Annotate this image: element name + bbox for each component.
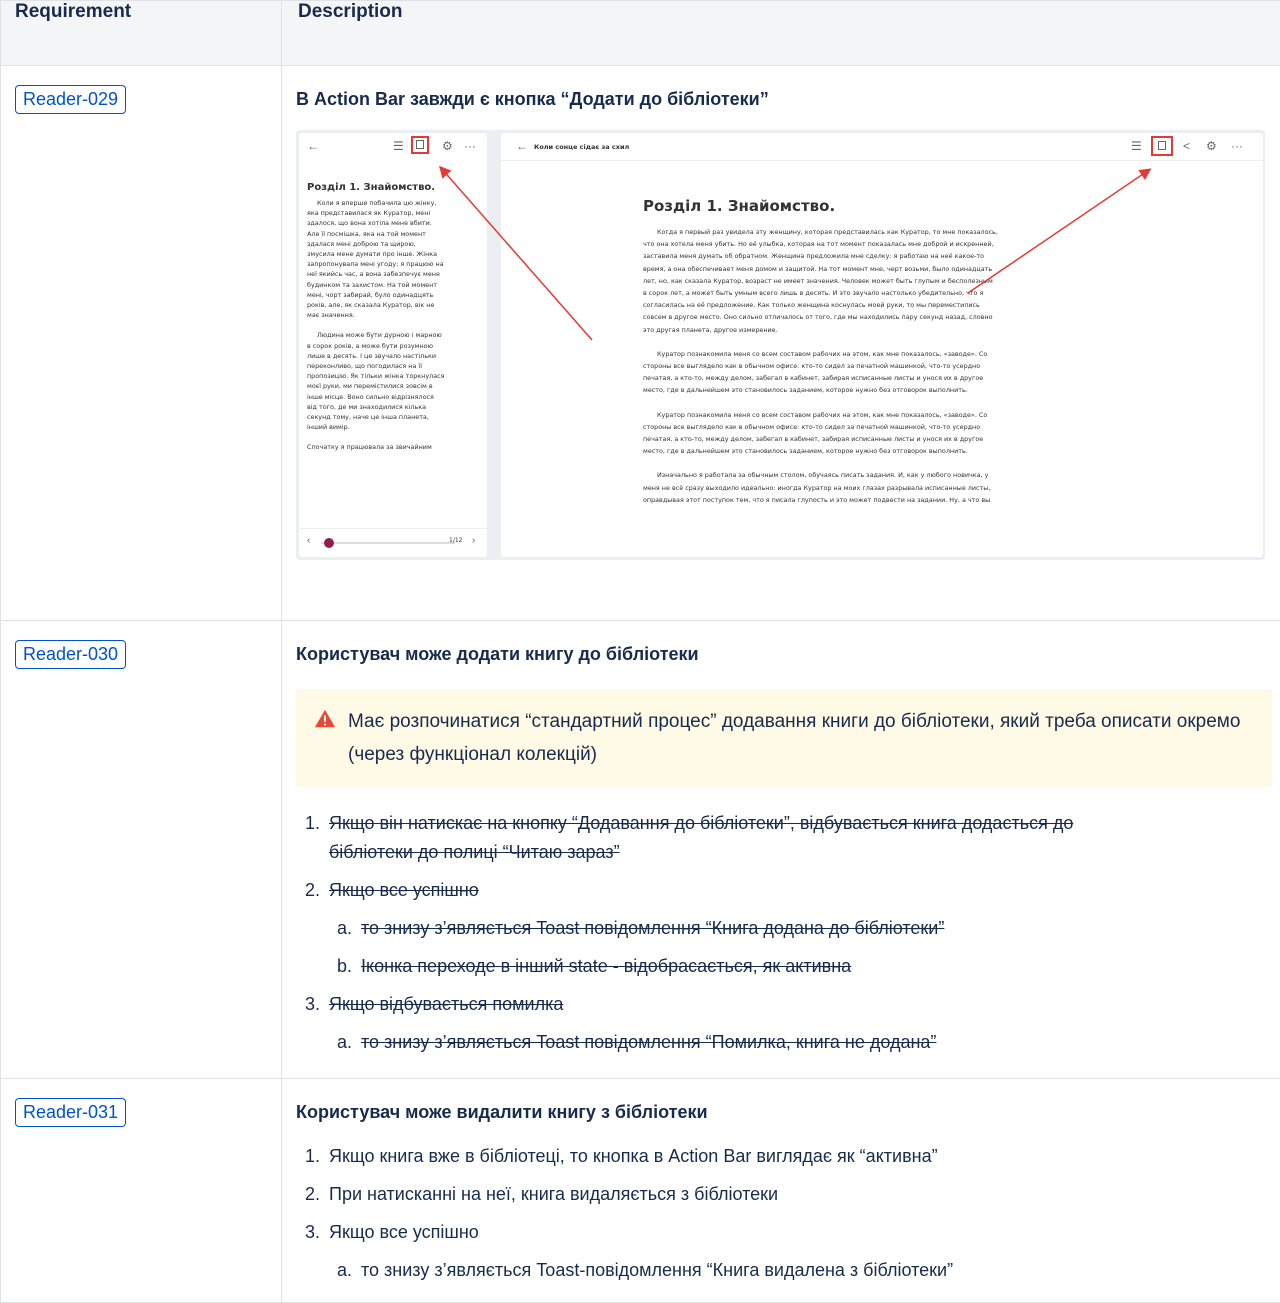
list-subitem: a.то знизу з’являється Toast повідомленн…: [305, 914, 1268, 943]
list-number: a.: [337, 1028, 361, 1057]
list-text: Якщо все успішно: [329, 880, 479, 900]
requirement-title: Користувач може додати книгу до бібліоте…: [296, 642, 1268, 666]
requirement-link-reader-031[interactable]: Reader-031: [15, 1098, 126, 1127]
list-text-continued: бібліотеки до полиці “Читаю зараз”: [329, 842, 620, 862]
table-row: Reader-031 Користувач може видалити книг…: [1, 1079, 1280, 1303]
table-row: Reader-029 В Action Bar завжди є кнопка …: [1, 66, 1280, 621]
list-text: Іконка переходе в інший state - відобрас…: [361, 956, 851, 976]
table-row: Reader-030 Користувач може додати книгу …: [1, 621, 1280, 1079]
list-text: Якщо книга вже в бібліотеці, то кнопка в…: [329, 1146, 938, 1166]
list-subitem: a.то знизу з’являється Toast повідомленн…: [305, 1028, 1268, 1057]
list-text: Якщо відбувається помилка: [329, 994, 563, 1014]
list-number: 3.: [305, 1218, 329, 1247]
list-subitem: b.Іконка переходе в інший state - відобр…: [305, 952, 1268, 981]
requirement-steps: 1.Якщо книга вже в бібліотеці, то кнопка…: [296, 1142, 1268, 1285]
list-number: a.: [337, 1256, 361, 1285]
requirement-id-cell: Reader-030: [1, 621, 282, 1079]
list-text: то знизу з’являється Toast-повідомлення …: [361, 1260, 953, 1280]
list-number: 2.: [305, 876, 329, 905]
list-text: При натисканні на неї, книга видаляється…: [329, 1184, 778, 1204]
annotation-arrows: [296, 130, 1265, 560]
list-subitem: a.то знизу з’являється Toast-повідомленн…: [305, 1256, 1268, 1285]
header-description: Description: [282, 1, 1280, 66]
list-text: то знизу з’являється Toast повідомлення …: [361, 918, 944, 938]
list-item: 2.Якщо все успішно: [305, 876, 1268, 905]
list-text: Якщо все успішно: [329, 1222, 479, 1242]
list-item: 3.Якщо все успішно: [305, 1218, 1268, 1247]
list-item: 3.Якщо відбувається помилка: [305, 990, 1268, 1019]
description-cell: В Action Bar завжди є кнопка “Додати до …: [282, 66, 1280, 621]
list-number: 3.: [305, 990, 329, 1019]
description-cell: Користувач може видалити книгу з бібліот…: [282, 1079, 1280, 1303]
reader-screenshot: ← ☰ ⚙ ··· Розділ 1. Знайомство. Коли я в…: [296, 130, 1265, 560]
requirement-title: Користувач може видалити книгу з бібліот…: [296, 1100, 1268, 1124]
requirement-steps: 1.Якщо він натискає на кнопку “Додавання…: [296, 809, 1268, 1057]
list-number: 1.: [305, 809, 329, 838]
list-text: то знизу з’являється Toast повідомлення …: [361, 1032, 936, 1052]
requirement-link-reader-030[interactable]: Reader-030: [15, 640, 126, 669]
requirement-title: В Action Bar завжди є кнопка “Додати до …: [296, 87, 1268, 111]
arrow-right: [968, 170, 1149, 293]
warning-text: Має розпочинатися “стандартний процес” д…: [348, 705, 1252, 771]
list-number: b.: [337, 952, 361, 981]
list-text: Якщо він натискає на кнопку “Додавання д…: [329, 813, 1073, 833]
requirement-id-cell: Reader-031: [1, 1079, 282, 1303]
warning-icon: [314, 708, 336, 730]
description-cell: Користувач може додати книгу до бібліоте…: [282, 621, 1280, 1079]
requirement-link-reader-029[interactable]: Reader-029: [15, 85, 126, 114]
requirement-id-cell: Reader-029: [1, 66, 282, 621]
list-number: a.: [337, 914, 361, 943]
requirements-table: Requirement Description Reader-029 В Act…: [0, 0, 1280, 1303]
list-item: 2.При натисканні на неї, книга видаляєть…: [305, 1180, 1268, 1209]
list-number: 2.: [305, 1180, 329, 1209]
list-item: 1.Якщо він натискає на кнопку “Додавання…: [305, 809, 1268, 867]
list-item: 1.Якщо книга вже в бібліотеці, то кнопка…: [305, 1142, 1268, 1171]
warning-panel: Має розпочинатися “стандартний процес” д…: [296, 689, 1272, 787]
list-number: 1.: [305, 1142, 329, 1171]
header-requirement: Requirement: [1, 1, 282, 66]
arrow-left: [441, 168, 592, 340]
